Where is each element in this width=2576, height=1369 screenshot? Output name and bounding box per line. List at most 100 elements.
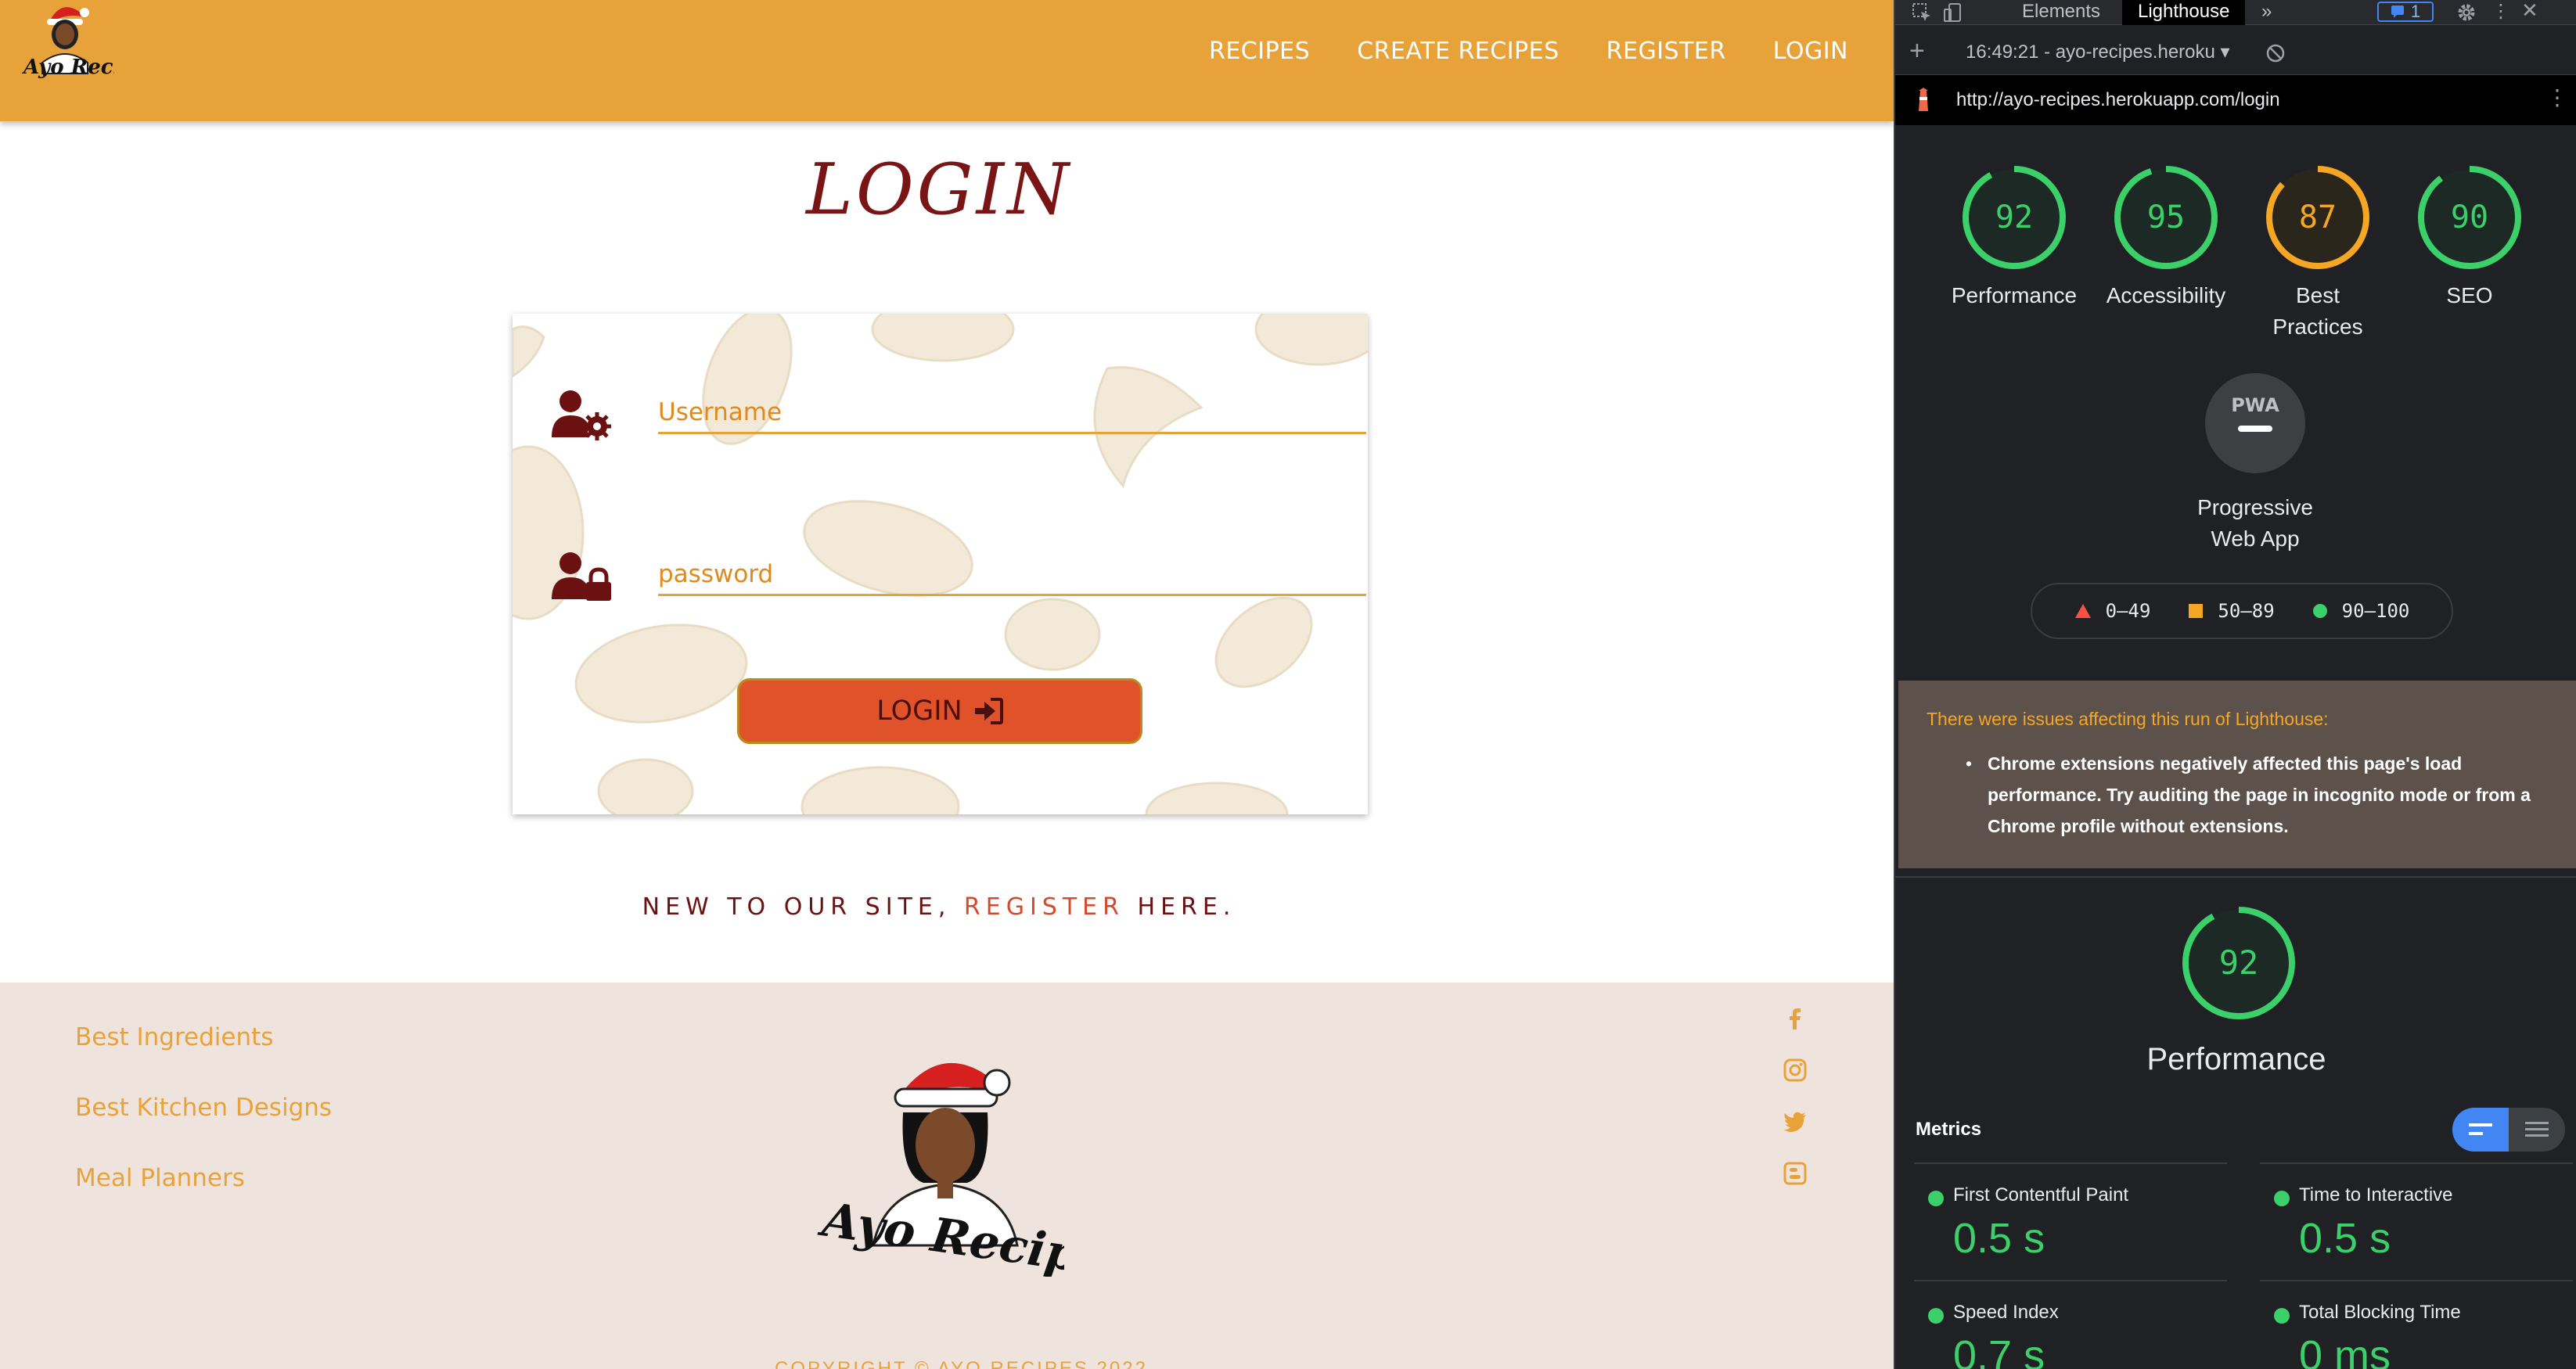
nav-link-register[interactable]: REGISTER: [1606, 38, 1726, 65]
username-input[interactable]: [658, 392, 1366, 434]
gauge-accessibility[interactable]: 95 Accessibility: [2096, 163, 2236, 311]
gauge-seo[interactable]: 90 SEO: [2399, 163, 2540, 311]
footer-link-best-ingredients[interactable]: Best Ingredients: [75, 1023, 273, 1051]
warning-title: There were issues affecting this run of …: [1927, 709, 2329, 729]
score-legend: 0–49 50–89 90–100: [2031, 583, 2453, 639]
gauge-ring: 92: [1963, 166, 2066, 269]
user-cog-icon: [552, 390, 611, 440]
more-tabs-icon[interactable]: »: [2246, 0, 2287, 25]
tab-lighthouse[interactable]: Lighthouse: [2122, 0, 2246, 25]
triangle-icon: [2074, 604, 2091, 618]
device-toolbar-icon[interactable]: [1942, 2, 1964, 23]
facebook-icon[interactable]: [1783, 1006, 1808, 1031]
blogger-icon[interactable]: [1783, 1161, 1808, 1186]
metric-status-dot: [1928, 1191, 1944, 1206]
register-prompt: NEW TO OUR SITE, REGISTER HERE.: [0, 893, 1878, 921]
metric-status-dot: [2274, 1191, 2290, 1206]
more-options-icon[interactable]: ⋮: [2491, 0, 2510, 23]
nav-link-create-recipes[interactable]: CREATE RECIPES: [1357, 38, 1559, 65]
circle-icon: [2312, 604, 2327, 618]
lighthouse-run-bar: + 16:49:21 - ayo-recipes.heroku ▾: [1895, 31, 2576, 75]
login-button[interactable]: LOGIN: [737, 678, 1142, 744]
gauge-best-practices[interactable]: 87 Best Practices: [2247, 163, 2388, 343]
inspect-element-icon[interactable]: [1911, 2, 1933, 23]
performance-score: 92: [2219, 943, 2259, 982]
metric-total-blocking-time: Total Blocking Time 0 ms: [2260, 1280, 2573, 1369]
footer-link-best-kitchen-designs[interactable]: Best Kitchen Designs: [75, 1094, 332, 1122]
logo-icon[interactable]: Ayo Recipes: [13, 2, 114, 83]
square-icon: [2189, 604, 2204, 618]
performance-title: Performance: [2146, 1042, 2326, 1076]
toggle-expanded[interactable]: [2509, 1108, 2565, 1152]
nav-link-recipes[interactable]: RECIPES: [1209, 38, 1310, 65]
pwa-badge-icon: PWA: [2205, 373, 2305, 473]
footer-logo-icon: Ayo Recipes: [815, 1062, 1064, 1277]
devtools-toolbar: Elements Lighthouse » 1 ⋮ ✕: [1895, 0, 2576, 25]
metric-status-dot: [1928, 1308, 1944, 1324]
gauge-ring: 95: [2114, 166, 2218, 269]
clear-all-icon[interactable]: [2265, 42, 2286, 64]
navbar: Ayo Recipes RECIPES CREATE RECIPES REGIS…: [0, 0, 1894, 121]
report-url-bar: http://ayo-recipes.herokuapp.com/login ⋮: [1895, 75, 2576, 125]
instagram-icon[interactable]: [1783, 1058, 1808, 1083]
gauge-value: 92: [1995, 199, 2033, 235]
footer: Best Ingredients Best Kitchen Designs Me…: [0, 983, 1894, 1369]
settings-gear-icon[interactable]: [2455, 2, 2477, 23]
gauge-label: Performance: [1951, 283, 2078, 307]
report-menu-icon[interactable]: ⋮: [2546, 84, 2568, 110]
metric-value: 0.5 s: [2299, 1215, 2391, 1262]
gauge-pwa[interactable]: PWA Progressive Web App: [2177, 372, 2333, 555]
expanded-view-icon: [2525, 1122, 2549, 1137]
issues-badge[interactable]: 1: [2377, 2, 2434, 22]
report-url[interactable]: http://ayo-recipes.herokuapp.com/login: [1956, 89, 2280, 111]
register-prompt-suffix: HERE.: [1124, 893, 1236, 921]
nav-link-login[interactable]: LOGIN: [1773, 38, 1848, 65]
metric-name: Total Blocking Time: [2299, 1302, 2461, 1323]
metric-first-contentful-paint: First Contentful Paint 0.5 s: [1914, 1162, 2227, 1272]
password-input[interactable]: [658, 554, 1366, 596]
warning-message: Chrome extensions negatively affected th…: [1988, 753, 2531, 836]
report-run-label: 16:49:21 - ayo-recipes.heroku: [1966, 41, 2215, 63]
performance-big-gauge: 92: [2182, 907, 2295, 1019]
register-link[interactable]: REGISTER: [964, 893, 1124, 921]
runtime-warning: There were issues affecting this run of …: [1898, 681, 2576, 868]
performance-section: 92 Performance Metrics First Contentful …: [1895, 876, 2576, 1369]
footer-link-meal-planners[interactable]: Meal Planners: [75, 1164, 245, 1192]
metric-value: 0.5 s: [1953, 1215, 2045, 1262]
metric-value: 0.7 s: [1953, 1332, 2045, 1369]
copyright-text: COPYRIGHT © AYO RECIPES 2022: [775, 1358, 1148, 1369]
legend-fail: 0–49: [2074, 600, 2150, 622]
close-icon[interactable]: ✕: [2521, 0, 2538, 23]
gauge-ring: 87: [2266, 166, 2369, 269]
gauge-value: 87: [2299, 199, 2337, 235]
message-icon: [2391, 5, 2404, 18]
compact-view-icon: [2469, 1123, 2492, 1135]
user-lock-icon: [552, 552, 611, 601]
username-row: [550, 383, 1366, 453]
report-run-select[interactable]: 16:49:21 - ayo-recipes.heroku ▾: [1966, 41, 2230, 63]
metrics-label: Metrics: [1916, 1119, 1982, 1140]
tab-elements[interactable]: Elements: [2006, 0, 2116, 25]
metric-speed-index: Speed Index 0.7 s: [1914, 1280, 2227, 1369]
legend-pass-range: 90–100: [2341, 600, 2410, 622]
legend-average-range: 50–89: [2218, 600, 2275, 622]
toggle-compact[interactable]: [2452, 1108, 2509, 1152]
sign-in-icon: [974, 698, 1003, 724]
gauge-label: Accessibility: [2106, 283, 2226, 307]
logo-text: Ayo Recipes: [21, 56, 114, 79]
page-title: LOGIN: [806, 149, 1072, 231]
metric-name: Speed Index: [1953, 1302, 2059, 1323]
gauge-performance[interactable]: 92 Performance: [1944, 163, 2085, 311]
new-report-plus-icon[interactable]: +: [1909, 36, 1925, 66]
gauge-label: SEO: [2446, 283, 2493, 307]
gauge-value: 95: [2147, 199, 2185, 235]
website-viewport: Ayo Recipes RECIPES CREATE RECIPES REGIS…: [0, 0, 1894, 1369]
twitter-icon[interactable]: [1783, 1109, 1808, 1134]
legend-average: 50–89: [2188, 600, 2275, 622]
metric-status-dot: [2274, 1308, 2290, 1324]
gauge-ring: 90: [2418, 166, 2521, 269]
gauge-value: 90: [2451, 199, 2488, 235]
metrics-view-toggle[interactable]: [2452, 1108, 2565, 1152]
login-button-label: LOGIN: [876, 695, 962, 727]
metric-value: 0 ms: [2299, 1332, 2391, 1369]
